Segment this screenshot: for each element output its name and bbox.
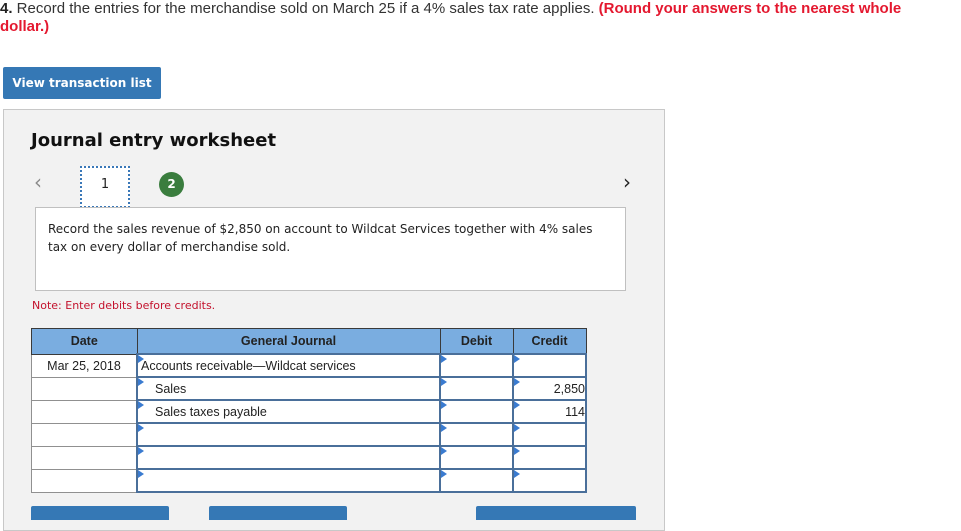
account-field[interactable] xyxy=(136,445,441,470)
table-header-row: Date General Journal Debit Credit xyxy=(31,328,587,355)
dropdown-marker-icon xyxy=(138,470,144,478)
dropdown-marker-icon xyxy=(138,355,144,363)
header-credit: Credit xyxy=(512,328,587,355)
debit-field[interactable] xyxy=(439,399,514,424)
chevron-left-icon[interactable]: ‹ xyxy=(34,172,42,192)
step-2-tab[interactable]: 2 xyxy=(159,172,184,197)
dropdown-marker-icon xyxy=(138,424,144,432)
dropdown-marker-icon xyxy=(138,447,144,455)
entry-description: Record the sales revenue of $2,850 on ac… xyxy=(35,207,626,291)
dropdown-marker-icon xyxy=(138,401,144,409)
chevron-right-icon[interactable]: › xyxy=(623,172,631,192)
date-cell[interactable] xyxy=(31,399,138,424)
debits-note: Note: Enter debits before credits. xyxy=(32,299,216,312)
credit-field[interactable] xyxy=(512,445,587,470)
header-debit: Debit xyxy=(439,328,514,355)
view-transaction-list-button[interactable]: View transaction list xyxy=(3,67,161,99)
view-general-journal-button[interactable] xyxy=(476,506,636,520)
clear-entry-button[interactable] xyxy=(209,506,347,520)
table-row: Mar 25, 2018 Accounts receivable—Wildcat … xyxy=(31,353,587,378)
credit-field[interactable] xyxy=(512,422,587,447)
dropdown-marker-icon xyxy=(441,401,447,409)
question-body: Record the entries for the merchandise s… xyxy=(12,0,599,17)
debit-field[interactable] xyxy=(439,445,514,470)
general-journal-table: Date General Journal Debit Credit Mar 25… xyxy=(31,328,587,493)
header-date: Date xyxy=(31,328,138,355)
dropdown-marker-icon xyxy=(441,424,447,432)
debit-field[interactable] xyxy=(439,468,514,493)
step-1-tab[interactable]: 1 xyxy=(80,166,130,208)
dropdown-marker-icon xyxy=(514,378,520,386)
account-field[interactable] xyxy=(136,468,441,493)
credit-field[interactable]: 2,850 xyxy=(512,376,587,401)
account-field[interactable]: Sales taxes payable xyxy=(136,399,441,424)
header-general-journal: General Journal xyxy=(136,328,441,355)
dropdown-marker-icon xyxy=(441,355,447,363)
table-row: Sales taxes payable 114 xyxy=(31,399,587,424)
dropdown-marker-icon xyxy=(514,401,520,409)
credit-value: 114 xyxy=(565,404,585,419)
table-row: Sales 2,850 xyxy=(31,376,587,401)
record-entry-button[interactable] xyxy=(31,506,169,520)
debit-field[interactable] xyxy=(439,422,514,447)
dropdown-marker-icon xyxy=(514,424,520,432)
table-row xyxy=(31,445,587,470)
date-cell[interactable] xyxy=(31,376,138,401)
account-value: Sales xyxy=(155,381,187,396)
credit-field[interactable] xyxy=(512,353,587,378)
credit-field[interactable] xyxy=(512,468,587,493)
dropdown-marker-icon xyxy=(514,355,520,363)
account-field[interactable]: Accounts receivable—Wildcat services xyxy=(136,353,441,378)
table-row xyxy=(31,468,587,493)
date-cell[interactable] xyxy=(31,445,138,470)
dropdown-marker-icon xyxy=(514,470,520,478)
credit-field[interactable]: 114 xyxy=(512,399,587,424)
question-text: 4. Record the entries for the merchandis… xyxy=(0,0,950,36)
journal-entry-worksheet-panel: Journal entry worksheet ‹ 1 2 › Record t… xyxy=(3,109,665,531)
credit-value: 2,850 xyxy=(553,381,585,396)
dropdown-marker-icon xyxy=(514,447,520,455)
dropdown-marker-icon xyxy=(441,378,447,386)
date-cell[interactable] xyxy=(31,468,138,493)
dropdown-marker-icon xyxy=(138,378,144,386)
table-row xyxy=(31,422,587,447)
date-cell[interactable] xyxy=(31,422,138,447)
dropdown-marker-icon xyxy=(441,470,447,478)
debit-field[interactable] xyxy=(439,376,514,401)
dropdown-marker-icon xyxy=(441,447,447,455)
account-value: Accounts receivable—Wildcat services xyxy=(141,358,356,373)
question-number: 4. xyxy=(0,0,13,17)
account-field[interactable] xyxy=(136,422,441,447)
date-cell[interactable]: Mar 25, 2018 xyxy=(31,353,138,378)
account-field[interactable]: Sales xyxy=(136,376,441,401)
debit-field[interactable] xyxy=(439,353,514,378)
worksheet-title: Journal entry worksheet xyxy=(31,130,277,151)
account-value: Sales taxes payable xyxy=(155,404,267,419)
